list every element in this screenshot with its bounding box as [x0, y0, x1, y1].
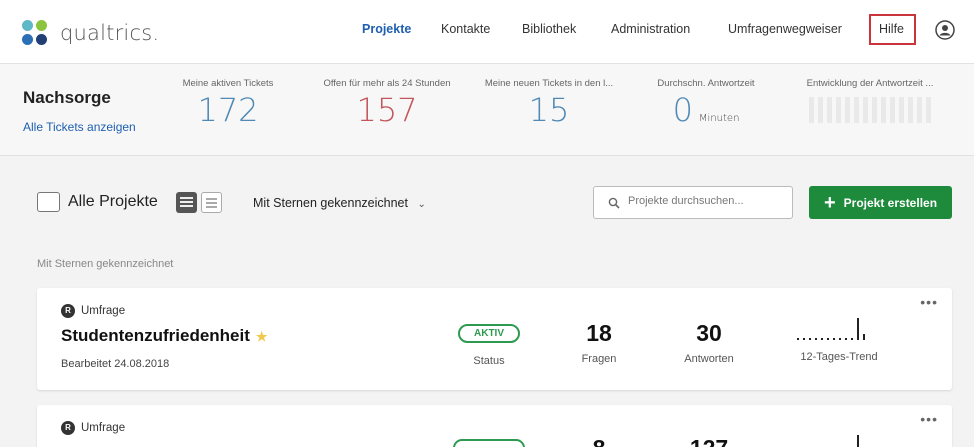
stat-label: Durchschn. Antwortzeit [657, 78, 755, 89]
stat-active-tickets[interactable]: Meine aktiven Tickets 172 [172, 78, 284, 129]
project-type-label: Umfrage [81, 422, 126, 434]
project-title-row[interactable]: Studentenzufriedenheit ★ [61, 326, 268, 346]
project-card[interactable]: R Umfrage ••• 8 127 [37, 405, 952, 447]
ticket-stats-bar: Nachsorge Alle Tickets anzeigen Meine ak… [0, 64, 974, 156]
filter-dropdown[interactable]: Mit Sternen gekennzeichnet ⌄ [253, 196, 426, 210]
trend-column [791, 431, 887, 447]
stat-unit: Minuten [698, 113, 740, 124]
all-projects-label: Alle Projekte [68, 193, 158, 210]
questions-column: 18 Fragen [569, 320, 629, 365]
responses-count: 30 [696, 320, 722, 346]
stats-title: Nachsorge [23, 88, 111, 107]
status-column: AKTIV Status [449, 323, 529, 367]
nav-bibliothek[interactable]: Bibliothek [522, 22, 576, 36]
stat-label: Meine neuen Tickets in den l... [484, 78, 614, 89]
star-icon[interactable]: ★ [256, 329, 268, 344]
survey-type-icon: R [61, 304, 75, 318]
stat-label: Entwicklung der Antwortzeit ... [806, 78, 934, 89]
nav-umfragenwegweiser[interactable]: Umfragenwegweiser [728, 22, 842, 36]
responses-column: 30 Antworten [673, 320, 745, 365]
qualtrics-logo[interactable]: qualtrics. [22, 20, 159, 46]
status-badge [453, 439, 525, 447]
filter-value: Mit Sternen gekennzeichnet [253, 196, 408, 210]
stat-value: 157 [356, 91, 418, 129]
section-label: Mit Sternen gekennzeichnet [37, 258, 174, 270]
all-tickets-link[interactable]: Alle Tickets anzeigen [23, 120, 136, 134]
search-icon [608, 197, 620, 209]
trend-bars [790, 97, 950, 123]
stat-value: 0 [672, 91, 693, 129]
stat-response-trend[interactable]: Entwicklung der Antwortzeit ... [790, 78, 950, 123]
status-label: Status [473, 355, 505, 367]
project-type-label: Umfrage [81, 305, 126, 317]
search-input[interactable] [628, 195, 788, 207]
nav-hilfe[interactable]: Hilfe [879, 22, 904, 36]
top-navigation: qualtrics. Projekte Kontakte Bibliothek … [0, 0, 974, 64]
logo-text: qualtrics. [60, 21, 160, 45]
trend-sparkline [857, 435, 859, 447]
more-options-icon[interactable]: ••• [920, 294, 938, 310]
status-column [449, 439, 529, 447]
project-type: R Umfrage [61, 421, 125, 435]
project-card[interactable]: R Umfrage Studentenzufriedenheit ★ Bearbe… [37, 288, 952, 390]
nav-administration[interactable]: Administration [611, 22, 690, 36]
nav-projekte[interactable]: Projekte [362, 22, 411, 36]
stat-value: 15 [528, 91, 570, 129]
stat-avg-response[interactable]: Durchschn. Antwortzeit 0 Minuten [642, 78, 770, 129]
questions-count: 8 [569, 435, 629, 447]
questions-label: Fragen [581, 353, 617, 365]
more-options-icon[interactable]: ••• [920, 411, 938, 427]
nav-kontakte[interactable]: Kontakte [441, 22, 490, 36]
list-view-button[interactable] [176, 192, 197, 213]
user-account-icon[interactable] [935, 20, 955, 40]
create-project-label: Projekt erstellen [843, 195, 938, 210]
chevron-down-icon: ⌄ [417, 199, 426, 210]
trend-label: 12-Tages-Trend [800, 351, 878, 363]
create-project-button[interactable]: + Projekt erstellen [809, 186, 952, 219]
logo-dots-icon [22, 20, 48, 46]
plus-icon: + [823, 191, 836, 214]
survey-type-icon: R [61, 421, 75, 435]
stat-label: Offen für mehr als 24 Stunden [323, 78, 451, 89]
responses-column: 127 [673, 435, 745, 447]
status-badge: AKTIV [458, 324, 520, 343]
questions-count: 18 [586, 320, 612, 346]
stat-label: Meine aktiven Tickets [182, 78, 274, 89]
project-search[interactable] [593, 186, 793, 219]
responses-label: Antworten [684, 353, 734, 365]
trend-sparkline [797, 318, 865, 340]
project-edited-date: Bearbeitet 24.08.2018 [61, 358, 170, 370]
project-type: R Umfrage [61, 304, 125, 318]
stat-value: 172 [197, 91, 259, 129]
responses-count: 127 [673, 435, 745, 447]
select-all-checkbox[interactable] [37, 192, 60, 212]
stat-value-row: 0 Minuten [642, 91, 770, 129]
compact-view-button[interactable] [201, 192, 222, 213]
trend-column: 12-Tages-Trend [791, 316, 887, 363]
project-title[interactable]: Studentenzufriedenheit [61, 326, 250, 345]
stat-new-tickets[interactable]: Meine neuen Tickets in den l... 15 [476, 78, 622, 129]
questions-column: 8 [569, 435, 629, 447]
stat-open-24h[interactable]: Offen für mehr als 24 Stunden 157 [312, 78, 462, 129]
